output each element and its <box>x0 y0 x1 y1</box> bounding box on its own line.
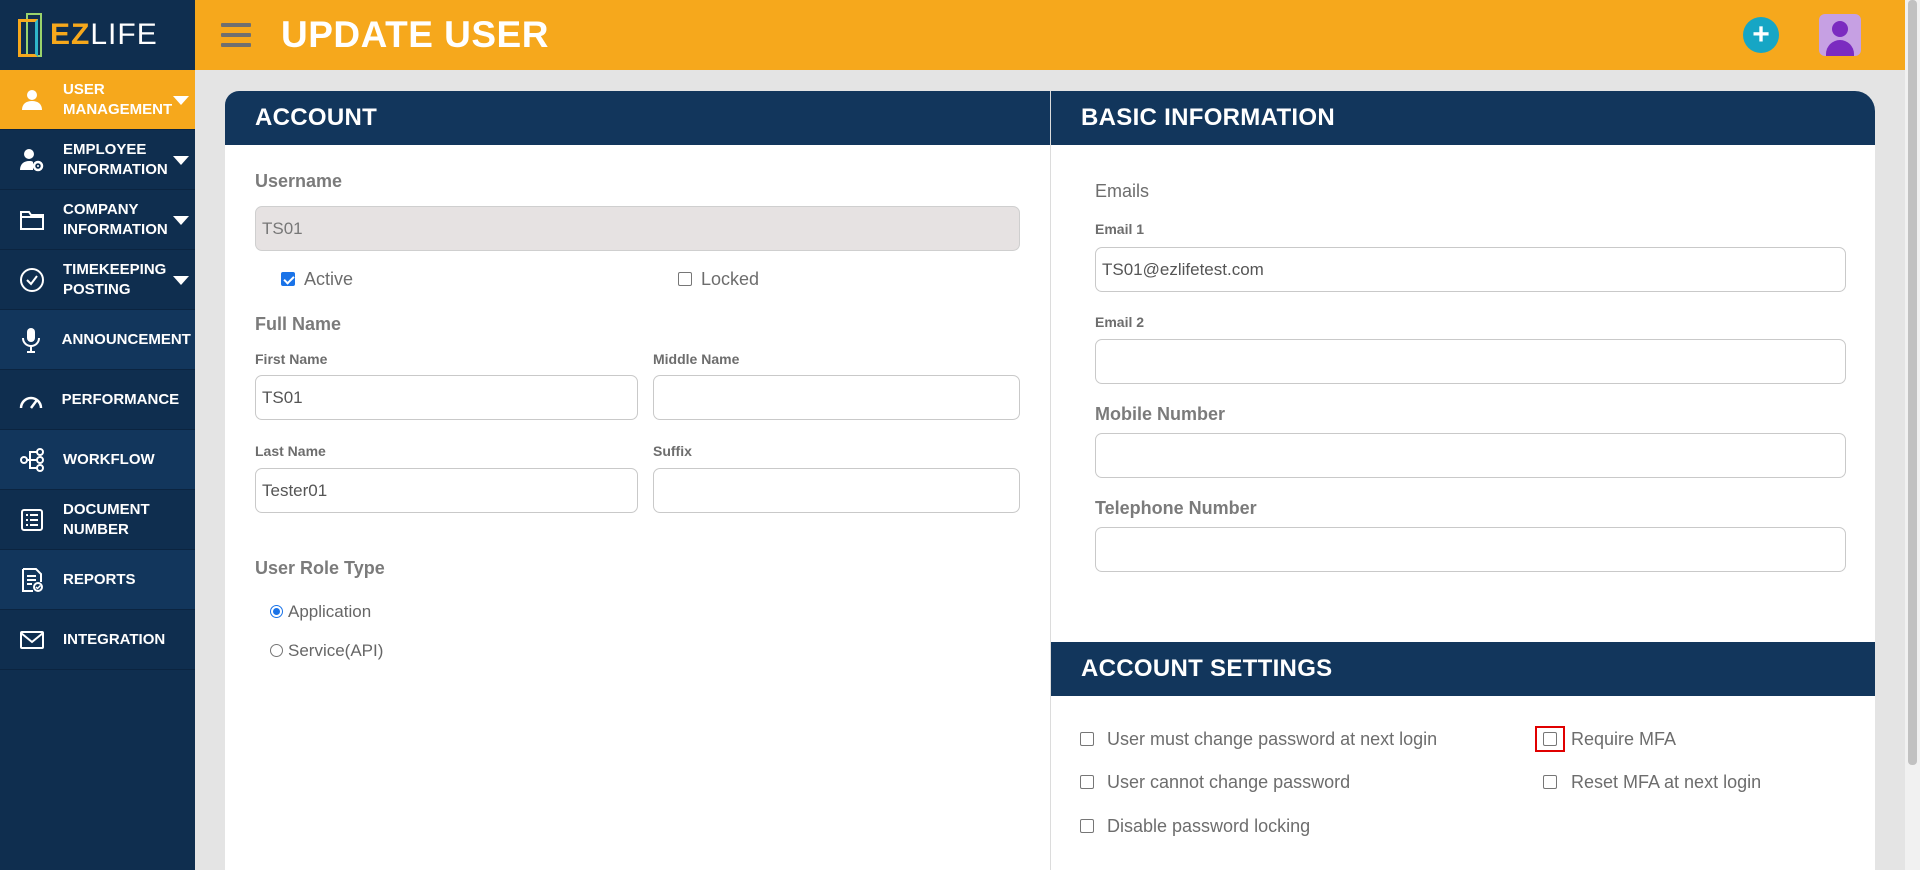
suffix-field[interactable] <box>653 468 1020 513</box>
envelope-icon <box>18 626 46 654</box>
cannot-change-password-label: User cannot change password <box>1107 772 1351 792</box>
last-name-label: Last Name <box>255 443 326 459</box>
folder-icon <box>18 206 46 234</box>
gauge-icon <box>18 386 45 414</box>
mobile-number-label: Mobile Number <box>1095 404 1226 424</box>
sidebar-item-label: ANNOUNCEMENT <box>61 330 191 348</box>
locked-checkbox[interactable] <box>678 272 692 286</box>
microphone-icon <box>18 326 45 354</box>
first-name-field[interactable] <box>255 375 638 420</box>
require-mfa-checkbox[interactable] <box>1543 732 1557 746</box>
email2-field[interactable] <box>1095 339 1846 384</box>
sidebar-item-document-number[interactable]: DOCUMENT NUMBER <box>0 490 195 550</box>
account-section-header: ACCOUNT <box>225 91 1050 145</box>
sidebar-item-workflow[interactable]: WORKFLOW <box>0 430 195 490</box>
active-checkbox[interactable] <box>281 272 295 286</box>
logo-mark-icon <box>14 9 46 61</box>
add-button[interactable]: + <box>1743 17 1779 53</box>
column-divider <box>1050 91 1051 870</box>
caret-down-icon <box>173 215 189 225</box>
sidebar-item-announcement[interactable]: ANNOUNCEMENT <box>0 310 195 370</box>
logo-text-ez: EZ <box>50 18 91 51</box>
middle-name-field[interactable] <box>653 375 1020 420</box>
user-avatar-icon[interactable] <box>1819 14 1861 56</box>
telephone-number-field[interactable] <box>1095 527 1846 572</box>
sidebar-item-company-information[interactable]: COMPANY INFORMATION <box>0 190 195 250</box>
emails-label: Emails <box>1095 181 1150 201</box>
sidebar-item-label: EMPLOYEE INFORMATION <box>63 140 168 178</box>
user-role-type-label: User Role Type <box>255 558 385 578</box>
check-circle-icon <box>18 266 46 294</box>
sidebar-item-performance[interactable]: PERFORMANCE <box>0 370 195 430</box>
disable-password-locking-label: Disable password locking <box>1107 816 1311 836</box>
logo-text-life: LIFE <box>90 18 158 51</box>
last-name-field[interactable] <box>255 468 638 513</box>
sidebar-item-label: PERFORMANCE <box>61 390 180 408</box>
username-label: Username <box>255 171 343 191</box>
scrollbar-thumb[interactable] <box>1908 0 1917 765</box>
email1-field[interactable] <box>1095 247 1846 292</box>
hamburger-menu-icon[interactable] <box>221 23 251 47</box>
full-name-label: Full Name <box>255 314 342 334</box>
user-icon <box>18 86 46 114</box>
cannot-change-password-checkbox[interactable] <box>1080 775 1094 789</box>
middle-name-label: Middle Name <box>653 351 740 367</box>
username-field[interactable] <box>255 206 1020 251</box>
sidebar-item-label: COMPANY INFORMATION <box>63 200 168 238</box>
sidebar-item-employee-information[interactable]: EMPLOYEE INFORMATION <box>0 130 195 190</box>
sidebar-item-user-management[interactable]: USER MANAGEMENT <box>0 70 195 130</box>
sidebar-item-label: REPORTS <box>63 570 136 588</box>
header-bar: UPDATE USER + <box>195 0 1905 70</box>
ezlife-logo[interactable]: EZLIFE <box>0 0 195 70</box>
sidebar-item-label: WORKFLOW <box>63 450 155 468</box>
locked-label: Locked <box>701 269 760 289</box>
require-mfa-label: Require MFA <box>1571 729 1677 749</box>
page-scrollbar[interactable] <box>1905 0 1920 870</box>
first-name-label: First Name <box>255 351 328 367</box>
must-change-password-checkbox[interactable] <box>1080 732 1094 746</box>
role-application-radio[interactable] <box>270 605 283 618</box>
role-service-api-label: Service(API) <box>288 641 384 660</box>
sidebar-item-label: USER MANAGEMENT <box>63 80 173 118</box>
reset-mfa-label: Reset MFA at next login <box>1571 772 1762 792</box>
account-settings-section-header: ACCOUNT SETTINGS <box>1051 642 1875 696</box>
reset-mfa-checkbox[interactable] <box>1543 775 1557 789</box>
email2-label: Email 2 <box>1095 314 1145 330</box>
suffix-label: Suffix <box>653 443 692 459</box>
user-gear-icon <box>18 146 46 174</box>
sidebar-item-timekeeping-posting[interactable]: TIMEKEEPING POSTING <box>0 250 195 310</box>
report-icon <box>18 566 46 594</box>
role-service-api-radio[interactable] <box>270 644 283 657</box>
sidebar-item-label: INTEGRATION <box>63 630 166 648</box>
active-label: Active <box>304 269 354 289</box>
sidebar: EZLIFE USER MANAGEMENT EMPLOYEE INFORMAT… <box>0 0 195 870</box>
basic-information-section-header: BASIC INFORMATION <box>1051 91 1875 145</box>
must-change-password-label: User must change password at next login <box>1107 729 1438 749</box>
disable-password-locking-checkbox[interactable] <box>1080 819 1094 833</box>
sidebar-item-label: TIMEKEEPING POSTING <box>63 260 167 298</box>
role-application-label: Application <box>288 602 372 621</box>
email1-label: Email 1 <box>1095 221 1145 237</box>
caret-down-icon <box>173 95 189 105</box>
page-title: UPDATE USER <box>281 14 549 55</box>
sidebar-item-label: DOCUMENT NUMBER <box>63 500 150 538</box>
caret-down-icon <box>173 275 189 285</box>
workflow-icon <box>18 446 46 474</box>
telephone-number-label: Telephone Number <box>1095 498 1257 518</box>
mobile-number-field[interactable] <box>1095 433 1846 478</box>
caret-down-icon <box>173 155 189 165</box>
sidebar-item-integration[interactable]: INTEGRATION <box>0 610 195 670</box>
document-list-icon <box>18 506 46 534</box>
sidebar-item-reports[interactable]: REPORTS <box>0 550 195 610</box>
update-user-form: ACCOUNT Username Active Locked Full Name… <box>225 91 1875 870</box>
